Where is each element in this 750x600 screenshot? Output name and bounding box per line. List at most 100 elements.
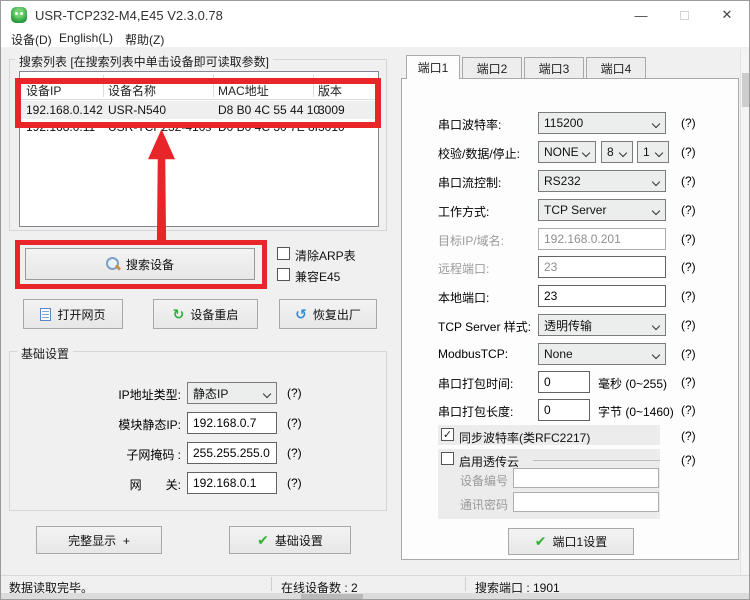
check-icon: ✔ (535, 533, 547, 550)
tab-port4[interactable]: 端口4 (586, 57, 646, 79)
help-marker[interactable]: (?) (681, 289, 696, 303)
work-mode-label: 工作方式: (438, 203, 489, 220)
stop-bits-select[interactable]: 1 (637, 141, 669, 163)
help-marker[interactable]: (?) (681, 318, 696, 332)
menu-help[interactable]: 帮助(Z) (125, 31, 164, 48)
checkmark-icon: ✓ (443, 430, 452, 440)
static-ip-label: 模块静态IP: (96, 416, 181, 433)
port1-apply-label: 端口1设置 (553, 533, 608, 550)
minimize-button[interactable]: — (621, 1, 661, 29)
ip-type-label: IP地址类型: (96, 386, 181, 403)
menu-device[interactable]: 设备(D) (11, 31, 52, 48)
search-list-group-title: 搜索列表 [在搜索列表中单击设备即可读取参数] (15, 53, 273, 70)
cloud-id-label: 设备编号 (456, 472, 508, 489)
gateway-label: 网 关: (96, 476, 181, 493)
basic-settings-apply-button[interactable]: ✔ 基础设置 (229, 526, 351, 554)
help-marker[interactable]: (?) (681, 116, 696, 130)
factory-reset-label: 恢复出厂 (313, 306, 361, 323)
tab-port1[interactable]: 端口1 (406, 55, 460, 79)
document-icon (40, 308, 51, 321)
open-webpage-button[interactable]: 打开网页 (23, 299, 123, 329)
tab-port3[interactable]: 端口3 (524, 57, 584, 79)
help-marker[interactable]: (?) (681, 347, 696, 361)
help-marker[interactable]: (?) (681, 260, 696, 274)
help-marker[interactable]: (?) (287, 476, 302, 490)
tab-port2[interactable]: 端口2 (462, 57, 522, 79)
compat-e45-label: 兼容E45 (295, 268, 340, 285)
gateway-input[interactable]: 192.168.0.1 (187, 472, 277, 494)
dest-ip-label: 目标IP/域名: (438, 232, 504, 249)
maximize-button[interactable] (664, 1, 704, 29)
help-marker[interactable]: (?) (681, 203, 696, 217)
restart-device-label: 设备重启 (190, 306, 238, 323)
help-marker[interactable]: (?) (681, 429, 696, 443)
cloud-password-label: 通讯密码 (456, 496, 508, 513)
menu-english[interactable]: English(L) (59, 31, 113, 45)
full-display-button[interactable]: 完整显示 + (36, 526, 162, 554)
ip-type-select[interactable]: 静态IP (187, 382, 277, 404)
tcp-style-select[interactable]: 透明传输 (538, 314, 666, 336)
clear-arp-checkbox[interactable] (277, 247, 290, 260)
open-webpage-label: 打开网页 (57, 306, 105, 323)
maximize-icon (680, 11, 689, 20)
subnet-mask-label: 子网掩码 : (96, 446, 181, 463)
taskbar-sliver (301, 594, 363, 600)
flow-select[interactable]: RS232 (538, 170, 666, 192)
help-marker[interactable]: (?) (287, 446, 302, 460)
help-marker[interactable]: (?) (681, 375, 696, 389)
close-icon: ✕ (722, 7, 733, 23)
chevron-down-icon (655, 149, 663, 157)
restart-device-button[interactable]: ↻ 设备重启 (153, 299, 258, 329)
sync-baud-checkbox[interactable]: ✓ (441, 428, 454, 441)
subnet-mask-input[interactable]: 255.255.255.0 (187, 442, 277, 464)
help-marker[interactable]: (?) (681, 232, 696, 246)
close-button[interactable]: ✕ (707, 1, 747, 29)
help-marker[interactable]: (?) (287, 416, 302, 430)
compat-e45-checkbox[interactable] (277, 268, 290, 281)
factory-reset-button[interactable]: ↺ 恢复出厂 (279, 299, 377, 329)
dest-ip-input[interactable]: 192.168.0.201 (538, 228, 666, 250)
chevron-down-icon (652, 351, 660, 359)
flow-label: 串口流控制: (438, 174, 501, 191)
bottom-edge (1, 593, 750, 600)
sync-baud-label: 同步波特率(类RFC2217) (459, 429, 590, 446)
factory-reset-icon: ↺ (295, 306, 307, 323)
pack-time-unit: 毫秒 (0~255) (598, 375, 667, 392)
scrollbar-thumb[interactable] (742, 73, 749, 107)
data-bits-select[interactable]: 8 (601, 141, 633, 163)
remote-port-label: 远程端口: (438, 260, 489, 277)
pack-time-input[interactable]: 0 (538, 371, 590, 393)
port1-apply-button[interactable]: ✔ 端口1设置 (508, 528, 634, 555)
work-mode-select[interactable]: TCP Server (538, 199, 666, 221)
help-marker[interactable]: (?) (681, 145, 696, 159)
window-title: USR-TCP232-M4,E45 V2.3.0.78 (35, 8, 223, 23)
help-marker[interactable]: (?) (681, 174, 696, 188)
baud-select[interactable]: 115200 (538, 112, 666, 134)
help-marker[interactable]: (?) (681, 453, 696, 467)
chevron-down-icon (652, 120, 660, 128)
basic-settings-apply-label: 基础设置 (275, 532, 323, 549)
help-marker[interactable]: (?) (287, 386, 302, 400)
modbus-select[interactable]: None (538, 343, 666, 365)
chevron-down-icon (652, 178, 660, 186)
chevron-down-icon (652, 207, 660, 215)
help-marker[interactable]: (?) (681, 403, 696, 417)
cloud-password-input[interactable] (513, 492, 659, 512)
cloud-id-input[interactable] (513, 468, 659, 488)
pack-length-unit: 字节 (0~1460) (598, 403, 674, 420)
vertical-scrollbar[interactable] (740, 49, 750, 575)
full-display-label: 完整显示 + (68, 532, 130, 549)
local-port-input[interactable]: 23 (538, 285, 666, 307)
static-ip-input[interactable]: 192.168.0.7 (187, 412, 277, 434)
local-port-label: 本地端口: (438, 289, 489, 306)
parity-select[interactable]: NONE (538, 141, 596, 163)
pack-length-input[interactable]: 0 (538, 399, 590, 421)
app-icon (11, 7, 27, 23)
chevron-down-icon (263, 390, 271, 398)
cloud-checkbox[interactable] (441, 452, 454, 465)
title-bar: USR-TCP232-M4,E45 V2.3.0.78 — ✕ (1, 1, 749, 29)
pack-length-label: 串口打包长度: (438, 403, 513, 420)
remote-port-input[interactable]: 23 (538, 256, 666, 278)
chevron-down-icon (619, 149, 627, 157)
app-window: USR-TCP232-M4,E45 V2.3.0.78 — ✕ 设备(D) En… (0, 0, 750, 600)
